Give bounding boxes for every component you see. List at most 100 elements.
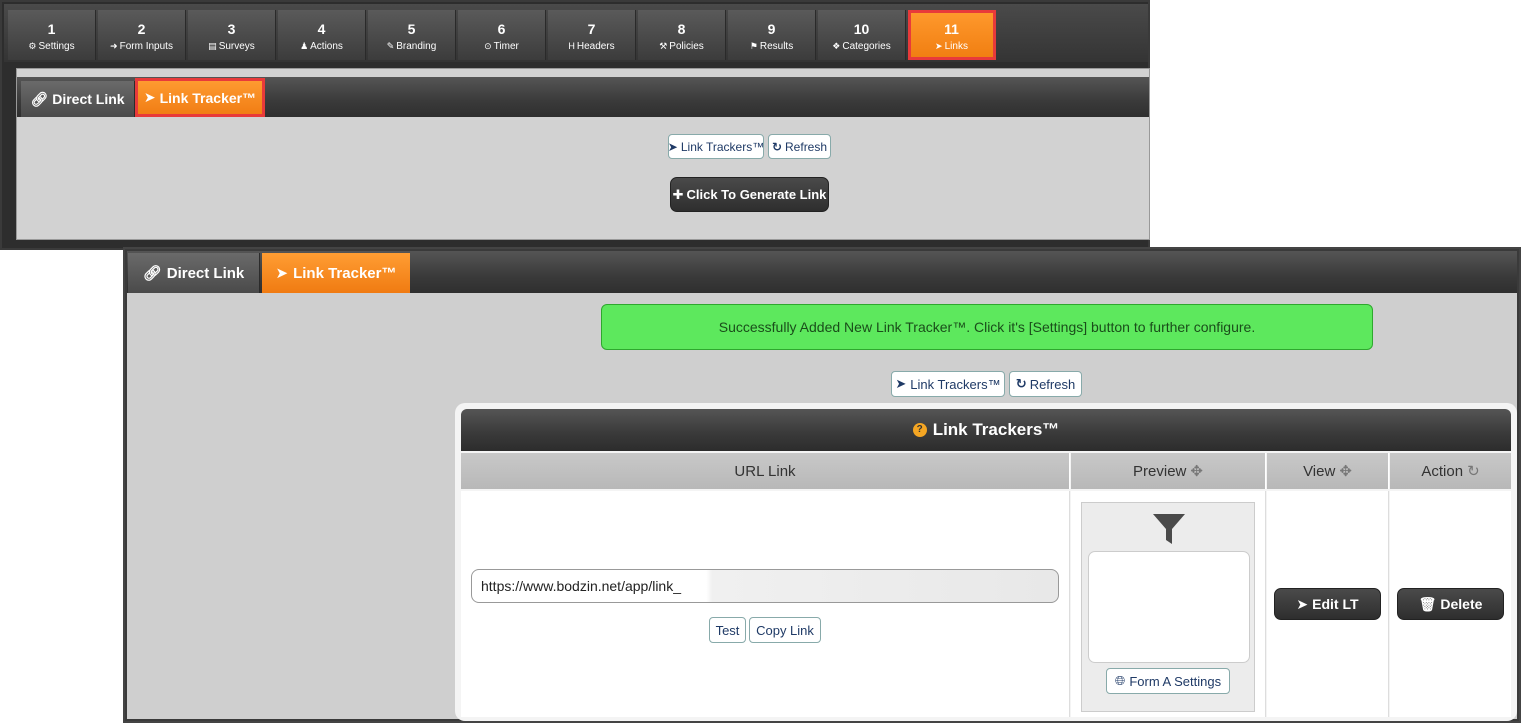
step-label-row: ⚙ Settings [8, 40, 95, 53]
refresh-button[interactable]: ↻ Refresh [1009, 371, 1082, 397]
edit-lt-label: Edit LT [1312, 596, 1359, 612]
step-tab-surveys[interactable]: 3 ▤ Surveys [188, 10, 276, 60]
step-label: Settings [38, 41, 75, 52]
refresh-label: Refresh [785, 139, 828, 154]
step-number: 8 [677, 21, 686, 37]
plus-icon: ✚ [672, 186, 684, 202]
refresh-icon: ↻ [1015, 376, 1027, 391]
preview-frame [1088, 551, 1250, 663]
step-label-row: ❖ Categories [818, 40, 905, 53]
list-icon: ▤ [208, 41, 217, 51]
refresh-button[interactable]: ↻ Refresh [768, 134, 831, 159]
bottom-panel: 🔗︎ Direct Link ➤ Link Tracker™ Successfu… [123, 247, 1521, 723]
refresh-icon: ↻ [771, 139, 783, 154]
link-trackers-button[interactable]: ➤ Link Trackers™ [668, 134, 764, 159]
step-tab-branding[interactable]: 5 ✎ Branding [368, 10, 456, 60]
bottom-tabbar: 🔗︎ Direct Link ➤ Link Tracker™ [127, 251, 1517, 293]
pointer-icon: ➤ [275, 265, 289, 282]
step-number: 11 [944, 21, 959, 37]
copy-link-label: Copy Link [756, 622, 814, 638]
tab-link-tracker-label: Link Tracker™ [293, 264, 397, 282]
step-label: Timer [493, 41, 519, 52]
step-label-row: ⚑ Results [728, 40, 815, 53]
step-label-row: ✎ Branding [368, 40, 455, 53]
form-settings-button[interactable]: 🌐︎ Form A Settings [1106, 668, 1230, 694]
top-content: 🔗︎ Direct Link ➤ Link Tracker™ ➤ Link Tr… [16, 68, 1150, 240]
help-icon[interactable]: ? [912, 423, 927, 437]
step-tab-form-inputs[interactable]: 2 ➜ Form Inputs [98, 10, 186, 60]
step-number: 4 [317, 21, 326, 37]
url-column-label: URL Link [734, 462, 796, 480]
step-label: Categories [842, 41, 891, 52]
action-cell: 🗑︎ Delete [1390, 491, 1511, 717]
flag-icon: ⚑ [749, 41, 758, 51]
brush-icon: ✎ [386, 41, 395, 51]
step-label: Branding [396, 41, 437, 52]
step-label: Headers [576, 41, 615, 52]
windmill-icon: ✥ [1190, 463, 1203, 480]
step-label-row: ⊙ Timer [458, 40, 545, 53]
step-tab-timer[interactable]: 6 ⊙ Timer [458, 10, 546, 60]
url-cell: https://www.bodzin.net/app/link_ Test Co… [461, 491, 1070, 717]
preview-cell: 🌐︎ Form A Settings [1071, 491, 1266, 717]
view-cell: ➤ Edit LT [1267, 491, 1389, 717]
step-number: 9 [767, 21, 776, 37]
step-label-row: ➜ Form Inputs [98, 40, 185, 53]
step-label: Actions [310, 41, 343, 52]
tab-direct-link[interactable]: 🔗︎ Direct Link [128, 253, 260, 293]
delete-label: Delete [1440, 596, 1483, 612]
column-header-view: View ✥ [1267, 453, 1389, 489]
step-number: 2 [137, 21, 146, 37]
step-tab-categories[interactable]: 10 ❖ Categories [818, 10, 906, 60]
step-tab-actions[interactable]: 4 ♟ Actions [278, 10, 366, 60]
column-header-action: Action ↻ [1390, 453, 1511, 489]
steps-bar: 1 ⚙ Settings 2 ➜ Form Inputs 3 ▤ Surveys 4 ♟ Action… [4, 4, 1148, 62]
step-tab-policies[interactable]: 8 ⚒ Policies [638, 10, 726, 60]
top-panel: 1 ⚙ Settings 2 ➜ Form Inputs 3 ▤ Surveys 4 ♟ Action… [0, 0, 1150, 250]
trash-icon: 🗑︎ [1418, 595, 1437, 612]
step-tab-settings[interactable]: 1 ⚙ Settings [8, 10, 96, 60]
pointer-icon: ➤ [667, 139, 678, 154]
step-tab-headers[interactable]: 7 H Headers [548, 10, 636, 60]
delete-button[interactable]: 🗑︎ Delete [1397, 588, 1504, 620]
tab-link-tracker-label: Link Tracker™ [159, 89, 257, 106]
tab-link-tracker[interactable]: ➤ Link Tracker™ [262, 253, 410, 293]
funnel-icon [1153, 514, 1185, 544]
tab-direct-link[interactable]: 🔗︎ Direct Link [21, 81, 135, 117]
gear-icon: ⚙ [28, 41, 37, 51]
step-label: Form Inputs [119, 41, 173, 52]
test-button[interactable]: Test [709, 617, 746, 643]
tab-direct-link-label: Direct Link [52, 91, 125, 107]
url-link-field[interactable]: https://www.bodzin.net/app/link_ [471, 569, 1059, 603]
link-trackers-button[interactable]: ➤ Link Trackers™ [891, 371, 1005, 397]
edit-lt-button[interactable]: ➤ Edit LT [1274, 588, 1381, 620]
tab-link-tracker[interactable]: ➤ Link Tracker™ [135, 78, 265, 117]
generate-link-button[interactable]: ✚ Click To Generate Link [670, 177, 829, 212]
step-number: 7 [587, 21, 596, 37]
sign-in-icon: ➜ [110, 41, 118, 51]
link-trackers-header: ? Link Trackers™ [461, 409, 1511, 451]
column-header-url: URL Link [461, 453, 1070, 489]
step-label-row: ▤ Surveys [188, 40, 275, 53]
preview-box: 🌐︎ Form A Settings [1081, 502, 1255, 712]
column-header-preview: Preview ✥ [1071, 453, 1266, 489]
cubes-icon: ❖ [832, 41, 841, 51]
step-tab-results[interactable]: 9 ⚑ Results [728, 10, 816, 60]
step-label: Results [759, 41, 794, 52]
gavel-icon: ⚒ [659, 41, 668, 51]
pointer-icon: ➤ [895, 376, 907, 391]
copy-link-button[interactable]: Copy Link [749, 617, 821, 643]
test-label: Test [715, 622, 740, 638]
step-number: 10 [853, 21, 870, 37]
action-column-label: Action [1421, 462, 1464, 480]
user-icon: ♟ [300, 41, 309, 51]
globe-icon: 🌐︎ [1114, 673, 1126, 688]
step-label-row: ➤ Links [908, 40, 995, 53]
step-number: 5 [407, 21, 416, 37]
view-column-label: View [1303, 462, 1336, 480]
step-tab-links[interactable]: 11 ➤ Links [908, 10, 996, 60]
generate-link-label: Click To Generate Link [686, 187, 827, 202]
step-label: Policies [669, 41, 704, 52]
step-label-row: H Headers [548, 40, 635, 53]
step-label-row: ♟ Actions [278, 40, 365, 53]
